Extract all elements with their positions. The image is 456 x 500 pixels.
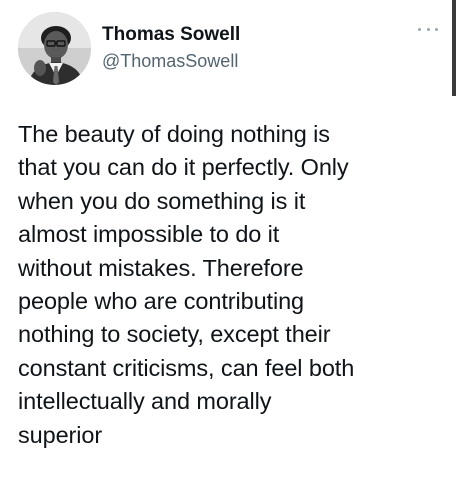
tweet-text: The beauty of doing nothing is that you … [18,121,355,448]
more-options-button[interactable] [418,22,438,36]
more-horizontal-icon [418,27,421,31]
display-name[interactable]: Thomas Sowell [102,23,240,47]
more-horizontal-icon-dot [426,27,430,31]
author-names: Thomas Sowell @ThomasSowell [102,23,240,73]
tweet-card: Thomas Sowell @ThomasSowell The beauty o… [0,0,456,500]
user-handle[interactable]: @ThomasSowell [102,49,240,73]
avatar[interactable] [18,12,91,85]
more-horizontal-icon-dot [435,27,438,31]
scrollbar[interactable] [452,0,456,96]
portrait-photo-icon [18,12,91,85]
tweet-header: Thomas Sowell @ThomasSowell [18,12,438,88]
